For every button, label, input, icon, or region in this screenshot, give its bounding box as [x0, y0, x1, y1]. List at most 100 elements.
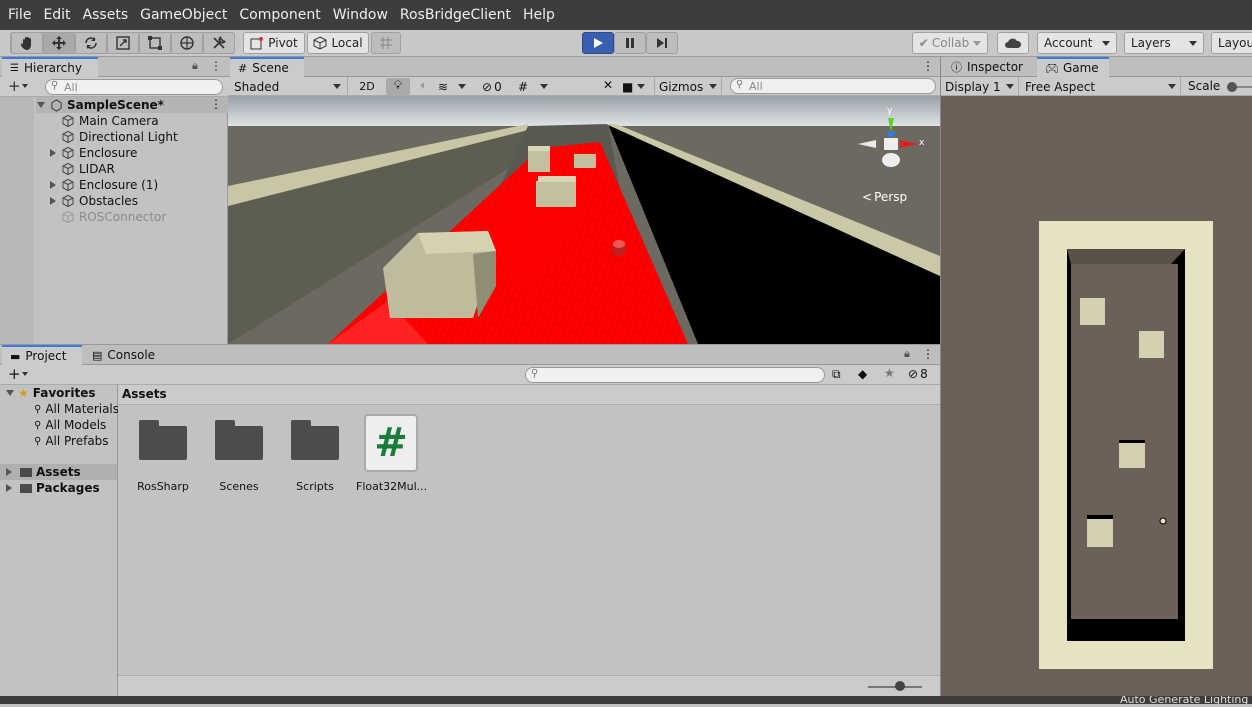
local-toggle[interactable]: Local — [307, 32, 369, 54]
aspect-dropdown[interactable]: Free Aspect — [1021, 77, 1181, 96]
hierarchy-search-input[interactable]: ⚲ All — [45, 79, 223, 95]
expand-arrow-icon[interactable] — [50, 149, 56, 157]
lightbulb-icon: 💡︎ — [393, 78, 403, 92]
scene-viewport[interactable]: y x < Persp — [228, 96, 940, 344]
tab-hierarchy[interactable]: ☰ Hierarchy — [2, 57, 98, 77]
tab-game[interactable]: 🎮︎ Game — [1037, 57, 1109, 77]
expand-arrow-icon[interactable] — [50, 181, 56, 189]
menu-file[interactable]: File — [8, 7, 31, 23]
rect-tool-button[interactable] — [139, 32, 171, 54]
menu-assets[interactable]: Assets — [83, 7, 129, 23]
scene-search-input[interactable]: ⚲ All — [730, 78, 936, 94]
menu-edit[interactable]: Edit — [43, 7, 70, 23]
menu-rosbridgeclient[interactable]: RosBridgeClient — [400, 7, 511, 23]
menu-component[interactable]: Component — [239, 7, 320, 23]
scene-row[interactable]: SampleScene* ⋮ — [36, 97, 228, 113]
move-tool-button[interactable] — [43, 32, 75, 54]
scene-more-icon[interactable]: ⋮ — [210, 97, 222, 111]
lighting-toggle[interactable]: 💡︎ — [386, 78, 410, 95]
lock-icon[interactable]: 🔒︎ — [192, 59, 198, 73]
play-button[interactable] — [582, 32, 614, 54]
display-dropdown[interactable]: Display 1 — [941, 77, 1019, 96]
collab-dropdown[interactable]: ✔ Collab — [912, 32, 988, 54]
hierarchy-item-enclosure[interactable]: Enclosure — [50, 145, 137, 161]
hierarchy-item-lidar[interactable]: LIDAR — [62, 161, 115, 177]
camera-dropdown[interactable]: ■ — [622, 78, 652, 95]
transform-tool-button[interactable] — [171, 32, 203, 54]
chevron-down-icon[interactable] — [22, 372, 28, 379]
grid-snapping-dropdown[interactable]: # — [518, 78, 556, 95]
pause-button[interactable] — [614, 32, 646, 54]
add-icon[interactable]: + — [8, 365, 21, 383]
account-dropdown[interactable]: Account — [1037, 32, 1117, 54]
grid-snap-button[interactable] — [371, 32, 401, 54]
filter-label-icon[interactable]: ◆ — [858, 367, 867, 381]
icon-size-slider-handle[interactable] — [895, 681, 905, 691]
asset-item-scripts[interactable]: Scripts — [280, 420, 350, 493]
hierarchy-item-label: Directional Light — [79, 130, 178, 144]
gizmos-dropdown[interactable]: Gizmos — [654, 77, 722, 96]
2d-label: 2D — [359, 80, 375, 93]
scale-slider-handle[interactable] — [1227, 82, 1237, 92]
hidden-packages-toggle[interactable]: ⊘ 8 — [908, 367, 928, 381]
breadcrumb-assets[interactable]: Assets — [122, 387, 167, 401]
layers-dropdown[interactable]: Layers — [1124, 32, 1204, 54]
favorite-all-models[interactable]: ⚲ All Models — [34, 417, 106, 433]
expand-arrow-icon[interactable] — [37, 102, 45, 108]
hierarchy-item-obstacles[interactable]: Obstacles — [50, 193, 138, 209]
rotate-icon — [85, 37, 97, 49]
tab-project[interactable]: ▬ Project — [2, 345, 82, 365]
asset-item-float32mul[interactable]: # Float32Mul... — [356, 414, 427, 493]
menu-help[interactable]: Help — [523, 7, 555, 23]
step-button[interactable] — [646, 32, 678, 54]
expand-arrow-icon[interactable] — [6, 468, 12, 476]
hierarchy-item-rosconnector[interactable]: ROSConnector — [62, 209, 166, 225]
cloud-button[interactable] — [997, 32, 1029, 54]
custom-tool-button[interactable] — [203, 32, 235, 54]
favorite-all-materials[interactable]: ⚲ All Materials — [34, 401, 119, 417]
root-packages-row[interactable]: Packages — [0, 480, 100, 496]
hierarchy-item-main-camera[interactable]: Main Camera — [62, 113, 159, 129]
expand-arrow-icon[interactable] — [6, 390, 14, 396]
asset-item-rossharp[interactable]: RosSharp — [128, 420, 198, 493]
more-menu-icon[interactable]: ⋮ — [210, 59, 222, 73]
chevron-down-icon — [973, 40, 982, 50]
hierarchy-item-directional-light[interactable]: Directional Light — [62, 129, 178, 145]
more-menu-icon[interactable]: ⋮ — [922, 347, 934, 361]
projection-toggle[interactable]: < Persp — [862, 190, 907, 204]
tab-inspector[interactable]: ⓘ Inspector — [943, 57, 1037, 77]
audio-toggle[interactable]: 🔈︎ — [414, 78, 434, 95]
tab-scene[interactable]: # Scene — [230, 57, 304, 77]
expand-arrow-icon[interactable] — [6, 484, 12, 492]
add-icon[interactable]: + — [8, 77, 21, 95]
project-search-input[interactable]: ⚲ — [525, 367, 825, 383]
game-view[interactable] — [941, 96, 1252, 704]
shading-mode-dropdown[interactable]: Shaded — [228, 77, 348, 96]
chevron-down-icon[interactable] — [22, 84, 28, 91]
scale-tool-button[interactable] — [107, 32, 139, 54]
hidden-objects-toggle[interactable]: ⊘ 0 — [482, 78, 512, 95]
lock-icon[interactable]: 🔒︎ — [904, 347, 910, 361]
menu-window[interactable]: Window — [333, 7, 388, 23]
favorite-all-prefabs[interactable]: ⚲ All Prefabs — [34, 433, 109, 449]
layout-dropdown[interactable]: Layou — [1211, 32, 1252, 54]
asset-item-scenes[interactable]: Scenes — [204, 420, 274, 493]
shading-mode-label: Shaded — [234, 79, 280, 94]
pivot-toggle[interactable]: Pivot — [243, 32, 305, 54]
expand-arrow-icon[interactable] — [50, 197, 56, 205]
scene-tools-button[interactable]: ✕ — [598, 78, 618, 95]
hierarchy-item-enclosure-1[interactable]: Enclosure (1) — [50, 177, 158, 193]
gamepad-icon: 🎮︎ — [1045, 61, 1059, 75]
tab-console[interactable]: ▤ Console — [84, 345, 164, 365]
favorites-row[interactable]: ★ Favorites — [4, 385, 95, 401]
rotate-tool-button[interactable] — [75, 32, 107, 54]
2d-toggle[interactable]: 2D — [354, 78, 380, 95]
filter-type-icon[interactable]: ⧉ — [832, 367, 841, 382]
more-menu-icon[interactable]: ⋮ — [922, 59, 934, 73]
star-icon[interactable]: ★ — [884, 366, 895, 380]
menu-gameobject[interactable]: GameObject — [140, 7, 227, 23]
root-assets-row[interactable]: Assets — [0, 464, 117, 480]
effects-dropdown[interactable]: ≋ — [438, 78, 474, 95]
orientation-gizmo[interactable]: y x — [856, 106, 926, 180]
hand-tool-button[interactable] — [11, 32, 43, 54]
